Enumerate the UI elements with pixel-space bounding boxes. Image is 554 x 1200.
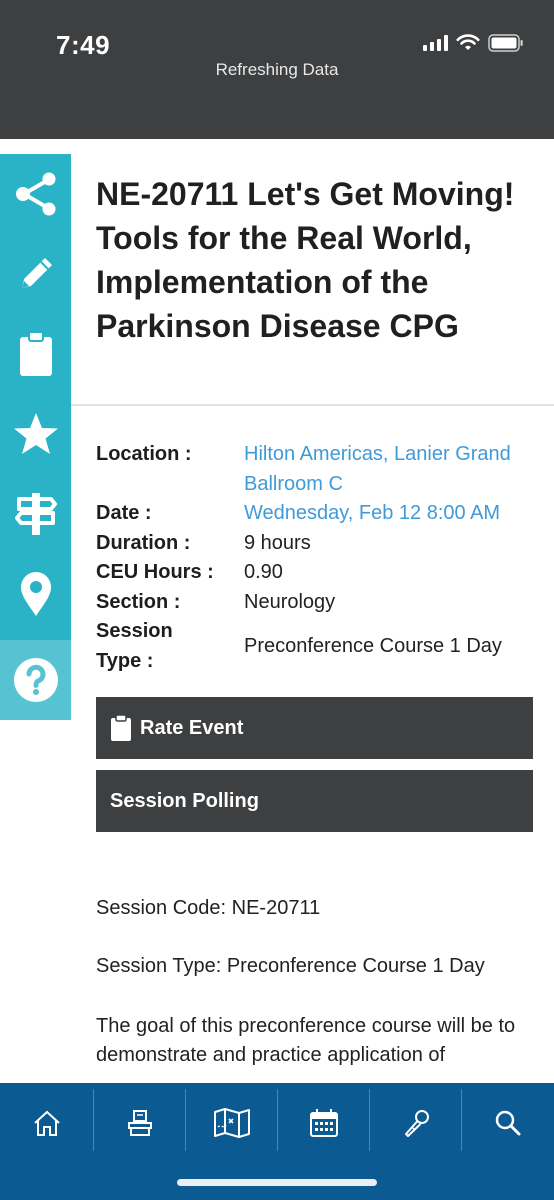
title-section: NE-20711 Let's Get Moving! Tools for the… — [71, 154, 554, 406]
session-polling-label: Session Polling — [110, 789, 259, 812]
nav-maps[interactable] — [186, 1083, 277, 1163]
section-value: Neurology — [244, 590, 336, 613]
wifi-icon — [456, 34, 480, 50]
rail-help-button[interactable] — [0, 640, 71, 720]
pencil-icon — [21, 258, 52, 288]
top-bar: 7:49 Refreshing Data — [0, 0, 554, 139]
nav-schedule[interactable] — [278, 1083, 369, 1163]
tool-rail — [0, 154, 71, 720]
nav-home[interactable] — [0, 1083, 93, 1163]
rate-event-button[interactable]: Rate Event — [96, 697, 533, 759]
rail-notes-button[interactable] — [0, 234, 71, 314]
nav-search[interactable] — [462, 1083, 554, 1163]
session-type-label: Session Type : — [96, 617, 244, 676]
battery-icon — [488, 34, 523, 52]
clipboard-icon — [111, 714, 131, 741]
section-row: Section : Neurology — [96, 588, 546, 618]
session-type-label-line1: Session — [96, 620, 173, 642]
duration-label: Duration : — [96, 531, 191, 554]
home-icon — [33, 1110, 60, 1136]
map-icon — [213, 1108, 250, 1138]
microphone-icon — [404, 1110, 429, 1137]
session-type-value: Preconference Course 1 Day — [244, 634, 502, 657]
ceu-label: CEU Hours : — [96, 561, 214, 583]
refresh-status: Refreshing Data — [215, 60, 339, 79]
location-row: Location : Hilton Americas, Lanier Grand… — [96, 440, 546, 499]
session-description: The goal of this preconference course wi… — [96, 1015, 516, 1066]
home-indicator[interactable] — [177, 1179, 377, 1186]
page-title: NE-20711 Let's Get Moving! Tools for the… — [96, 176, 515, 344]
date-label: Date : — [96, 502, 152, 524]
star-icon — [13, 413, 58, 454]
status-time: 7:49 — [56, 30, 111, 60]
location-label: Location : — [96, 443, 192, 465]
search-icon — [495, 1110, 521, 1136]
signpost-icon — [14, 493, 57, 535]
rail-favorite-button[interactable] — [0, 394, 71, 474]
nav-exhibitors[interactable] — [94, 1083, 185, 1163]
session-type-label-line2: Type : — [96, 649, 154, 672]
session-type-row: Session Type : Preconference Course 1 Da… — [96, 617, 546, 676]
duration-row: Duration : 9 hours — [96, 529, 546, 559]
session-details: Location : Hilton Americas, Lanier Grand… — [96, 440, 546, 676]
rail-directions-button[interactable] — [0, 474, 71, 554]
help-icon — [13, 658, 58, 702]
session-type-text: Session Type: Preconference Course 1 Day — [96, 955, 485, 977]
duration-value: 9 hours — [244, 531, 311, 554]
ceu-row: CEU Hours : 0.90 — [96, 558, 546, 588]
rate-event-label: Rate Event — [140, 716, 244, 739]
location-link[interactable]: Hilton Americas, Lanier Grand Ballroom C — [244, 440, 546, 499]
session-code-text: Session Code: NE-20711 — [96, 897, 321, 919]
ceu-value: 0.90 — [244, 561, 283, 583]
session-polling-button[interactable]: Session Polling — [96, 770, 533, 832]
rail-evaluate-button[interactable] — [0, 314, 71, 394]
status-icons — [423, 34, 524, 52]
cellular-signal-icon — [423, 35, 448, 51]
nav-speakers[interactable] — [370, 1083, 461, 1163]
rail-share-button[interactable] — [0, 154, 71, 234]
calendar-icon — [309, 1109, 338, 1137]
rail-location-button[interactable] — [0, 554, 71, 634]
map-pin-icon — [20, 572, 51, 616]
date-row: Date : Wednesday, Feb 12 8:00 AM — [96, 499, 546, 529]
date-link[interactable]: Wednesday, Feb 12 8:00 AM — [244, 499, 500, 529]
share-icon — [15, 172, 55, 216]
section-label: Section : — [96, 590, 181, 613]
booth-icon — [127, 1110, 152, 1136]
clipboard-icon — [19, 331, 52, 376]
